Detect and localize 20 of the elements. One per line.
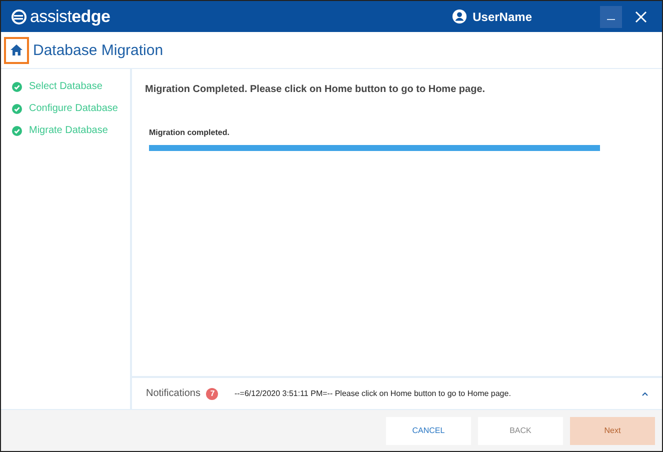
home-icon xyxy=(10,44,23,56)
notification-text: --=6/12/2020 3:51:11 PM=-- Please click on Home button to go to Home page. xyxy=(234,389,511,398)
notifications-label: Notifications xyxy=(146,388,200,399)
logo-icon xyxy=(11,8,27,24)
progress-label: Migration completed. xyxy=(149,128,230,137)
back-button[interactable]: BACK xyxy=(478,416,563,444)
page-title: Database Migration xyxy=(33,42,164,58)
cancel-button[interactable]: CANCEL xyxy=(386,416,471,444)
step-label[interactable]: Migrate Database xyxy=(29,125,108,136)
caret-icon[interactable] xyxy=(642,392,648,396)
close-icon xyxy=(635,10,647,22)
user-icon xyxy=(452,9,467,24)
app-logo: assistedge xyxy=(30,6,110,26)
step-label[interactable]: Select Database xyxy=(29,81,102,92)
status-message: Migration Completed. Please click on Home button to go to Home page. xyxy=(145,84,486,95)
notification-count: 7 xyxy=(206,388,218,400)
user-name: UserName xyxy=(472,10,532,24)
minimize-icon xyxy=(607,19,615,20)
step-label[interactable]: Configure Database xyxy=(29,103,118,114)
home-button[interactable] xyxy=(4,36,29,64)
